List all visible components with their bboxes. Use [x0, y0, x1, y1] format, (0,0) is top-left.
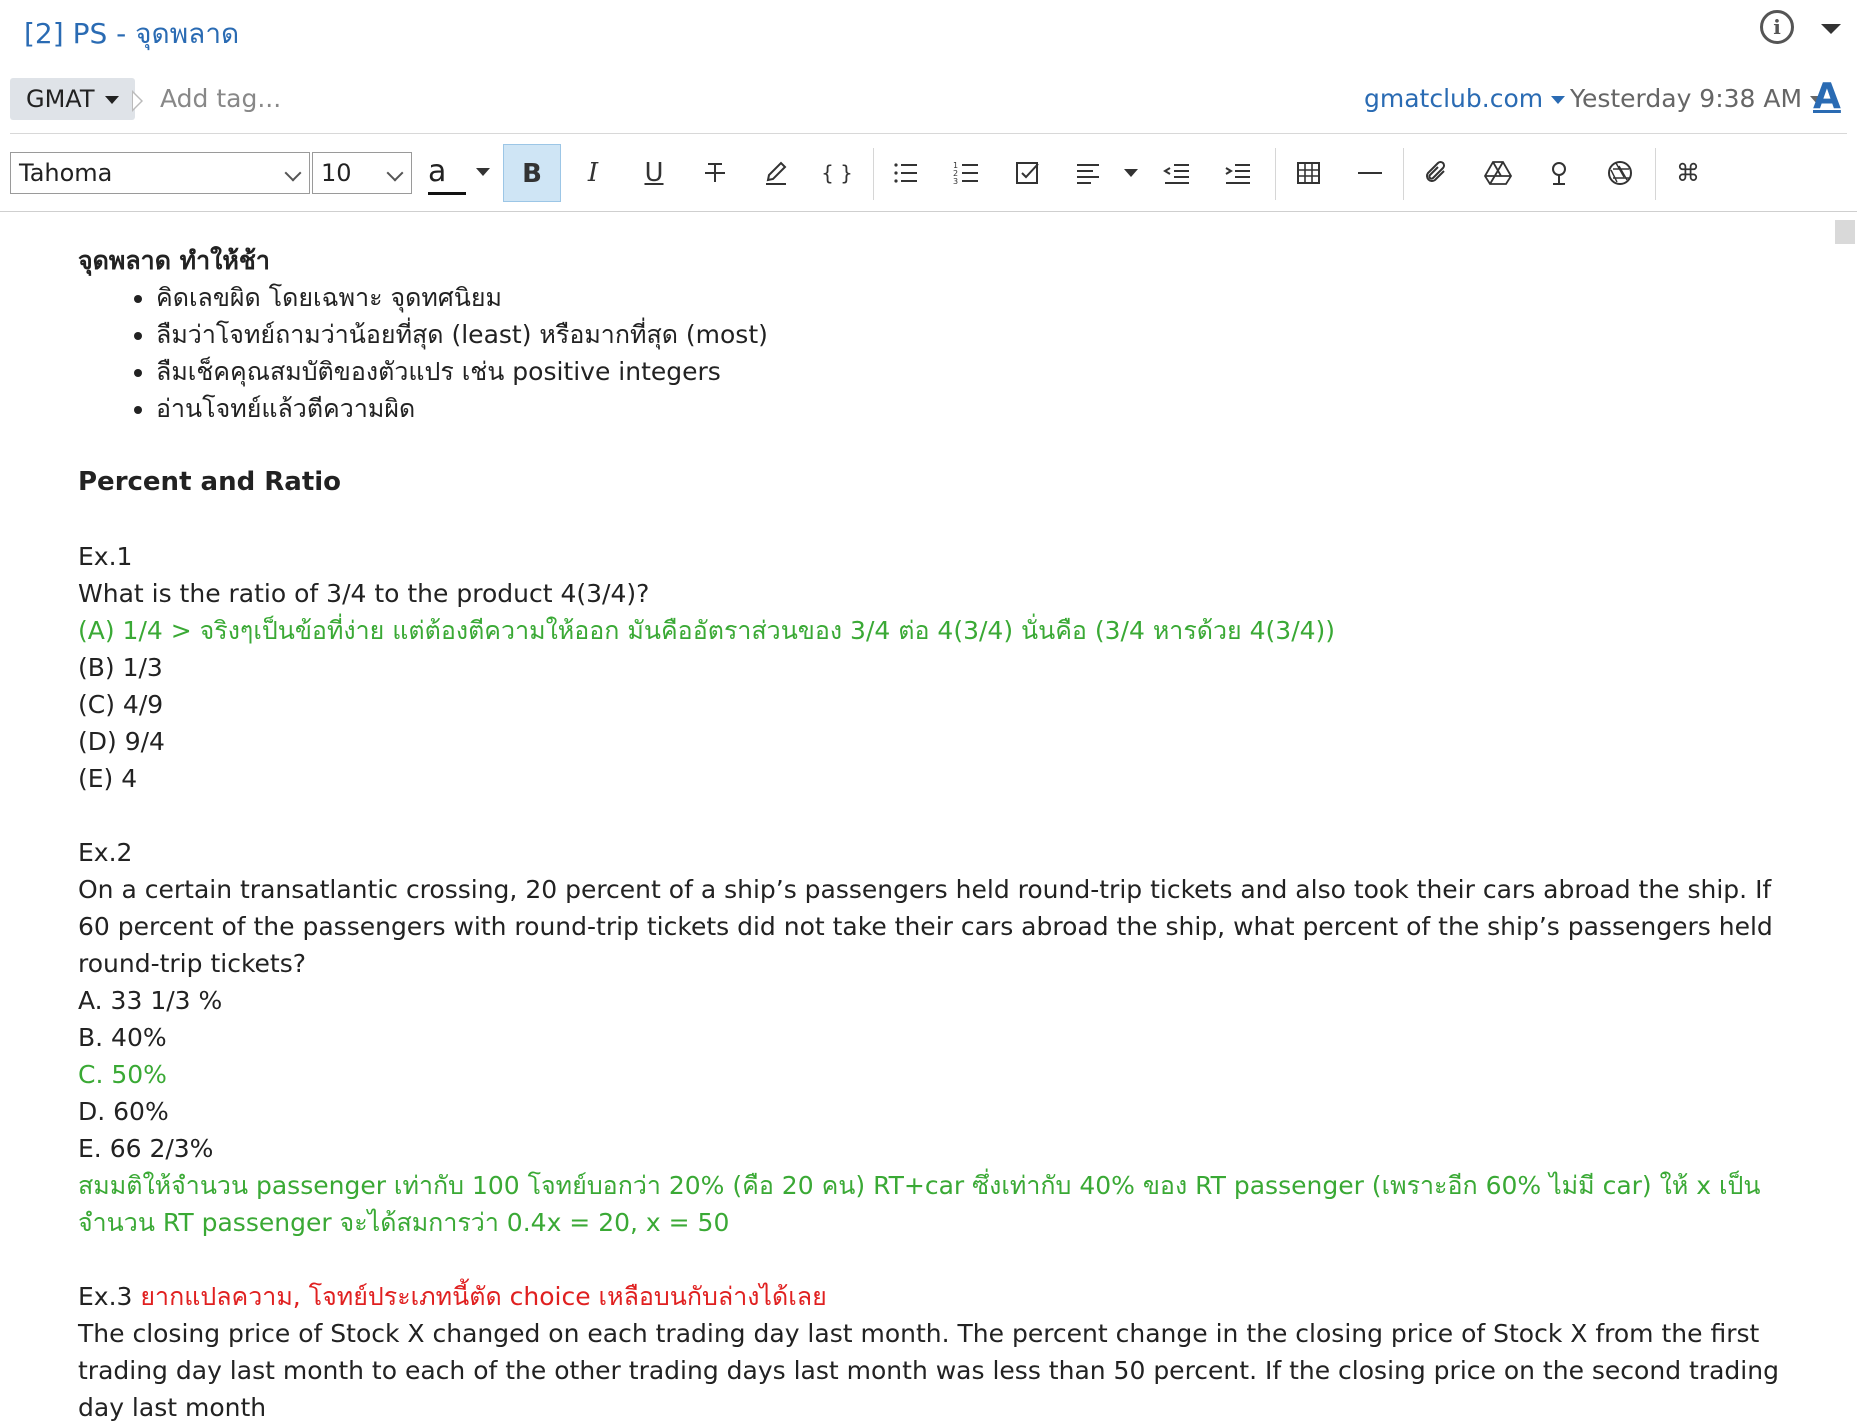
command-button[interactable]: ⌘ [1659, 144, 1717, 202]
answer-choice-correct: (A) 1/4 > จริงๆเป็นข้อที่ง่าย แต่ต้องตีค… [78, 616, 1336, 645]
svg-text:3: 3 [953, 177, 958, 186]
horizontal-rule-button[interactable] [1341, 144, 1399, 202]
chevron-down-icon [386, 164, 404, 182]
info-icon[interactable]: i [1760, 10, 1794, 44]
chevron-down-icon [284, 164, 302, 182]
highlighter-icon [766, 161, 787, 185]
code-block-button[interactable]: { } [808, 144, 866, 202]
google-drive-button[interactable] [1469, 144, 1527, 202]
example-label: Ex.3 [78, 1282, 133, 1311]
font-size-select[interactable]: 10 [312, 152, 412, 194]
paperclip-icon [1426, 160, 1446, 182]
toolbar-separator [1403, 148, 1404, 200]
formatting-toolbar: Tahoma 10 a B I U { } 123 ⌘ [0, 134, 1857, 212]
insert-map-button[interactable] [1530, 144, 1588, 202]
numbered-list-icon: 123 [953, 161, 978, 186]
horizontal-rule-icon [1358, 172, 1382, 174]
tag-arrow-icon [132, 90, 143, 112]
section-title: Percent and Ratio [78, 467, 342, 497]
font-family-value: Tahoma [19, 159, 113, 187]
font-family-select[interactable]: Tahoma [10, 152, 310, 194]
strikethrough-icon [705, 163, 725, 182]
toolbar-separator [1275, 148, 1276, 200]
timestamp-dropdown[interactable]: Yesterday 9:38 AM [1570, 84, 1825, 113]
source-url-dropdown[interactable]: gmatclub.com [1364, 84, 1566, 113]
source-url-label: gmatclub.com [1364, 84, 1544, 113]
underline-button[interactable]: U [625, 144, 683, 202]
note-meta-bar: GMAT Add tag... gmatclub.com Yesterday 9… [0, 62, 1857, 134]
map-pin-icon [1552, 162, 1566, 185]
aperture-icon [1608, 161, 1632, 185]
strikethrough-button[interactable] [686, 144, 744, 202]
example-question: The closing price of Stock X changed on … [78, 1319, 1779, 1422]
note-menu-icon[interactable] [1818, 18, 1844, 38]
indent-button[interactable] [1209, 144, 1267, 202]
numbered-list-button[interactable]: 123 [938, 144, 996, 202]
table-icon [1297, 162, 1320, 184]
note-editor[interactable]: จุดพลาด ทำให้ช้า คิดเลขผิด โดยเฉพาะ จุดท… [78, 242, 1798, 1426]
example-question: On a certain transatlantic crossing, 20 … [78, 875, 1773, 978]
example-label: Ex.1 [78, 542, 133, 571]
answer-choice: (E) 4 [78, 764, 138, 793]
answer-explanation: สมมติให้จำนวน passenger เท่ากับ 100 โจทย… [78, 1171, 1761, 1237]
answer-choice: E. 66 2/3% [78, 1134, 214, 1163]
google-drive-icon [1483, 161, 1513, 185]
answer-choice: B. 40% [78, 1023, 167, 1052]
timestamp-label: Yesterday 9:38 AM [1570, 84, 1803, 113]
align-button[interactable] [1060, 144, 1118, 202]
scrollbar-thumb[interactable] [1835, 220, 1855, 244]
outdent-button[interactable] [1148, 144, 1206, 202]
answer-choice: A. 33 1/3 % [78, 986, 223, 1015]
toolbar-separator [873, 148, 874, 200]
attach-button[interactable] [1408, 144, 1466, 202]
list-item: ลืมว่าโจทย์ถามว่าน้อยที่สุด (least) หรือ… [156, 316, 1798, 353]
outdent-icon [1163, 164, 1189, 184]
example-label: Ex.2 [78, 838, 133, 867]
list-item: ลืมเช็คคุณสมบัติของตัวแปร เช่น positive … [156, 353, 1798, 390]
camera-button[interactable] [1591, 144, 1649, 202]
text-color-swatch [428, 192, 466, 195]
highlight-button[interactable] [747, 144, 805, 202]
example-question: What is the ratio of 3/4 to the product … [78, 579, 650, 608]
answer-choice: (C) 4/9 [78, 690, 164, 719]
bullet-list-button[interactable] [877, 144, 935, 202]
toolbar-separator [1655, 148, 1656, 200]
note-title-bar: [2] PS - จุดพลาด i [0, 0, 1857, 62]
align-left-icon [1077, 164, 1099, 184]
font-size-value: 10 [321, 159, 352, 187]
checkbox-icon [1016, 162, 1039, 184]
indent-icon [1225, 164, 1250, 184]
font-format-icon[interactable]: A [1813, 76, 1841, 117]
text-color-dropdown-icon[interactable] [476, 168, 490, 176]
mistakes-list: คิดเลขผิด โดยเฉพาะ จุดทศนิยม ลืมว่าโจทย์… [78, 279, 1798, 427]
insert-table-button[interactable] [1280, 144, 1338, 202]
example-heading: Ex.3 ยากแปลความ, โจทย์ประเภทนี้ตัด choic… [78, 1278, 1798, 1315]
italic-button[interactable]: I [564, 144, 622, 202]
note-title[interactable]: [2] PS - จุดพลาด [24, 12, 239, 56]
checklist-button[interactable] [999, 144, 1057, 202]
notebook-selector[interactable]: GMAT [10, 78, 135, 120]
mistakes-heading: จุดพลาด ทำให้ช้า [78, 246, 270, 275]
list-item: คิดเลขผิด โดยเฉพาะ จุดทศนิยม [156, 279, 1798, 316]
example-note: ยากแปลความ, โจทย์ประเภทนี้ตัด choice เหล… [140, 1282, 827, 1311]
answer-choice: (B) 1/3 [78, 653, 163, 682]
bold-button[interactable]: B [503, 144, 561, 202]
list-item: อ่านโจทย์แล้วตีความผิด [156, 390, 1798, 427]
answer-choice-correct: C. 50% [78, 1060, 167, 1089]
align-dropdown-icon[interactable] [1124, 169, 1138, 177]
chevron-down-icon [1551, 96, 1566, 104]
answer-choice: D. 60% [78, 1097, 169, 1126]
notebook-label: GMAT [26, 85, 95, 113]
answer-choice: (D) 9/4 [78, 727, 165, 756]
chevron-down-icon [104, 96, 119, 104]
text-color-button[interactable]: a [428, 154, 446, 189]
bullet-list-icon [894, 163, 917, 183]
add-tag-input[interactable]: Add tag... [160, 84, 281, 113]
